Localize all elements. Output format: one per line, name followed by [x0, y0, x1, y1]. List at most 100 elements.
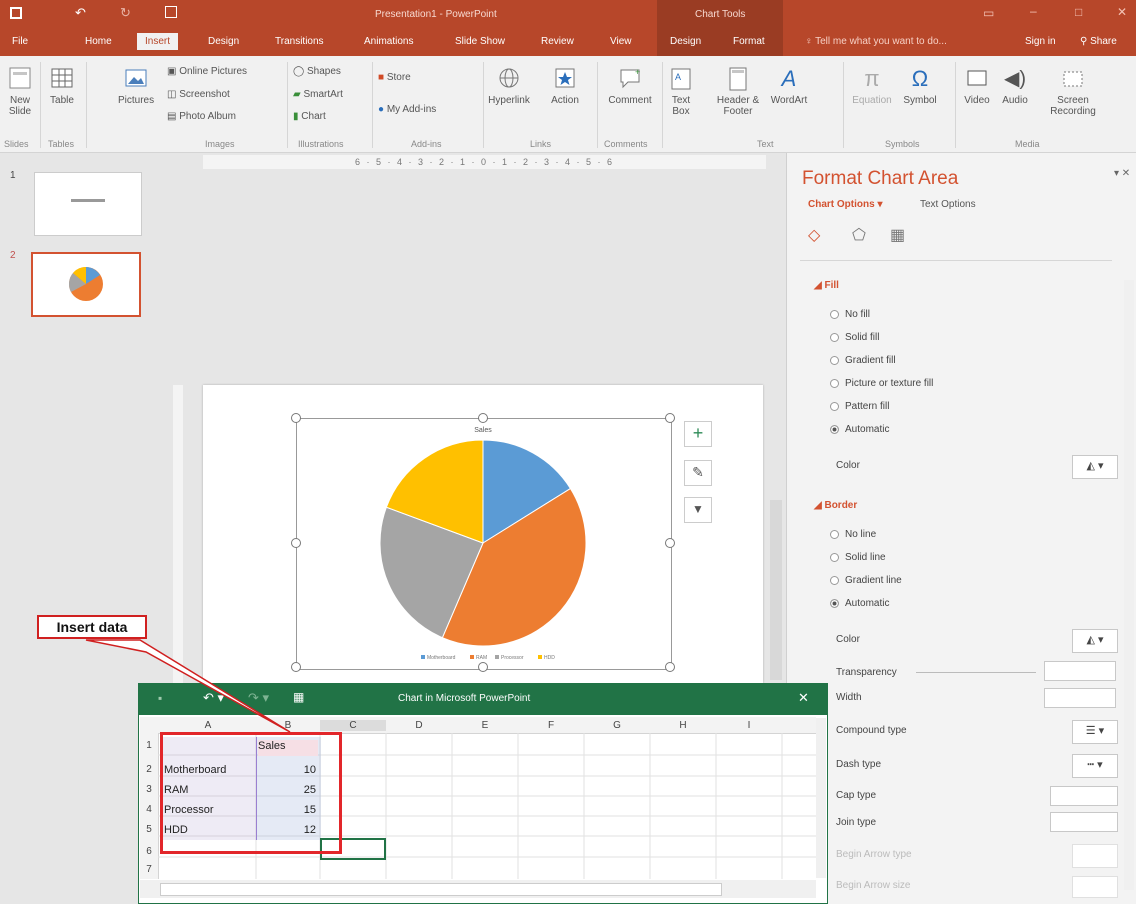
- tab-slide-show[interactable]: Slide Show: [455, 36, 505, 47]
- column-header-d[interactable]: D: [386, 720, 452, 731]
- tab-file[interactable]: File: [12, 36, 28, 47]
- photo-album-button[interactable]: ▤ Photo Album: [167, 111, 236, 122]
- new-slide-button[interactable]: New Slide: [5, 66, 35, 117]
- audio-button[interactable]: ◀) Audio: [1000, 66, 1030, 106]
- tab-home[interactable]: Home: [85, 36, 112, 47]
- excel-close-icon[interactable]: ✕: [798, 690, 809, 706]
- row-header-3[interactable]: 3: [140, 784, 158, 795]
- workspace-scrollbar[interactable]: [770, 500, 782, 680]
- begin-arrow-type-dropdown[interactable]: [1072, 844, 1118, 868]
- sheet-horizontal-scrollbar[interactable]: [140, 880, 816, 898]
- begin-arrow-size-dropdown[interactable]: [1072, 876, 1118, 898]
- maximize-icon[interactable]: □: [1075, 5, 1082, 19]
- dash-type-dropdown[interactable]: ┅ ▾: [1072, 754, 1118, 778]
- radio-no-line[interactable]: No line: [830, 529, 876, 540]
- wordart-button[interactable]: A WordArt: [769, 66, 809, 106]
- tell-me-box[interactable]: ♀ Tell me what you want to do...: [805, 36, 947, 47]
- fill-line-icon[interactable]: ◇: [808, 225, 820, 245]
- row-header-1[interactable]: 1: [140, 740, 158, 751]
- shapes-button[interactable]: ◯ Shapes: [293, 66, 341, 77]
- tab-chart-design[interactable]: Design: [670, 36, 701, 47]
- column-header-f[interactable]: F: [518, 720, 584, 731]
- radio-gradient-fill[interactable]: Gradient fill: [830, 355, 896, 366]
- radio-gradient-line[interactable]: Gradient line: [830, 575, 902, 586]
- effects-pentagon-icon[interactable]: ⬠: [852, 225, 866, 245]
- chart-filter-funnel-icon[interactable]: ▼: [684, 497, 712, 523]
- radio-pattern-fill[interactable]: Pattern fill: [830, 401, 889, 412]
- radio-no-fill[interactable]: No fill: [830, 309, 870, 320]
- pie-chart[interactable]: Sales Motherboard RAM Processor HDD: [296, 418, 670, 668]
- online-pictures-button[interactable]: ▣ Online Pictures: [167, 66, 247, 77]
- radio-solid-line[interactable]: Solid line: [830, 552, 886, 563]
- symbol-button[interactable]: Ω Symbol: [900, 66, 940, 106]
- tab-review[interactable]: Review: [541, 36, 574, 47]
- fill-color-picker[interactable]: ◭ ▾: [1072, 455, 1118, 479]
- screen-recording-button[interactable]: Screen Recording: [1042, 66, 1104, 117]
- pane-close-icon[interactable]: ▾ ✕: [1114, 168, 1130, 179]
- sign-in-link[interactable]: Sign in: [1025, 36, 1056, 47]
- tab-chart-format[interactable]: Format: [733, 36, 765, 47]
- join-type-dropdown[interactable]: [1050, 812, 1118, 832]
- hyperlink-button[interactable]: Hyperlink: [488, 66, 530, 106]
- slide-thumbnail-1[interactable]: [34, 172, 142, 236]
- chart-title[interactable]: Sales: [474, 427, 492, 434]
- save-icon[interactable]: [10, 7, 22, 19]
- my-addins-button[interactable]: ● My Add-ins: [378, 104, 436, 115]
- store-button[interactable]: ■ Store: [378, 72, 411, 83]
- row-header-7[interactable]: 7: [140, 864, 158, 875]
- tab-design[interactable]: Design: [208, 36, 239, 47]
- tab-insert[interactable]: Insert: [137, 33, 179, 50]
- compound-type-dropdown[interactable]: ☰ ▾: [1072, 720, 1118, 744]
- column-header-c[interactable]: C: [320, 720, 386, 731]
- sheet-vertical-scrollbar[interactable]: [816, 718, 826, 878]
- screenshot-button[interactable]: ◫ Screenshot: [167, 89, 230, 100]
- pane-scrollbar[interactable]: [1124, 280, 1134, 890]
- row-header-4[interactable]: 4: [140, 804, 158, 815]
- comment-button[interactable]: + Comment: [604, 66, 656, 106]
- tab-animations[interactable]: Animations: [364, 36, 413, 47]
- border-color-picker[interactable]: ◭ ▾: [1072, 629, 1118, 653]
- column-header-g[interactable]: G: [584, 720, 650, 731]
- row-header-6[interactable]: 6: [140, 846, 158, 857]
- video-button[interactable]: Video: [962, 66, 992, 106]
- smartart-button[interactable]: ▰ SmartArt: [293, 89, 343, 100]
- size-properties-icon[interactable]: ▦: [890, 225, 905, 245]
- chart-button[interactable]: ▮ Chart: [293, 111, 326, 122]
- pictures-button[interactable]: Pictures: [118, 66, 154, 106]
- column-header-e[interactable]: E: [452, 720, 518, 731]
- tab-view[interactable]: View: [610, 36, 632, 47]
- column-header-i[interactable]: I: [716, 720, 782, 731]
- equation-button[interactable]: π Equation: [852, 66, 892, 106]
- share-button[interactable]: ⚲ Share: [1080, 36, 1117, 47]
- redo-icon[interactable]: ↻: [120, 5, 131, 21]
- minimize-icon[interactable]: –: [1030, 4, 1037, 18]
- row-header-2[interactable]: 2: [140, 764, 158, 775]
- slide-thumbnail-2[interactable]: [31, 252, 141, 317]
- action-button[interactable]: Action: [548, 66, 582, 106]
- scroll-thumb[interactable]: [160, 883, 722, 896]
- radio-picture-fill[interactable]: Picture or texture fill: [830, 378, 933, 389]
- text-box-button[interactable]: A Text Box: [666, 66, 696, 117]
- chart-styles-brush-icon[interactable]: ✎: [684, 460, 712, 486]
- header-footer-button[interactable]: Header & Footer: [712, 66, 764, 117]
- start-from-beginning-icon[interactable]: [165, 6, 177, 18]
- ribbon-display-options-icon[interactable]: ▭: [983, 6, 994, 20]
- cap-type-dropdown[interactable]: [1050, 786, 1118, 806]
- undo-icon[interactable]: ↶: [75, 5, 86, 21]
- tab-transitions[interactable]: Transitions: [275, 36, 324, 47]
- transparency-spinner[interactable]: [1044, 661, 1116, 681]
- width-spinner[interactable]: [1044, 688, 1116, 708]
- fill-section-header[interactable]: ◢ Fill: [814, 280, 839, 291]
- transparency-slider[interactable]: [916, 672, 1036, 673]
- chart-elements-plus-icon[interactable]: +: [684, 421, 712, 447]
- radio-automatic-fill[interactable]: Automatic: [830, 424, 889, 435]
- column-header-h[interactable]: H: [650, 720, 716, 731]
- text-options-tab[interactable]: Text Options: [920, 199, 976, 210]
- radio-automatic-line[interactable]: Automatic: [830, 598, 889, 609]
- chart-options-dropdown[interactable]: Chart Options ▾: [808, 199, 882, 210]
- border-section-header[interactable]: ◢ Border: [814, 500, 857, 511]
- radio-solid-fill[interactable]: Solid fill: [830, 332, 879, 343]
- row-header-5[interactable]: 5: [140, 824, 158, 835]
- close-icon[interactable]: ✕: [1117, 5, 1127, 19]
- table-button[interactable]: Table: [47, 66, 77, 106]
